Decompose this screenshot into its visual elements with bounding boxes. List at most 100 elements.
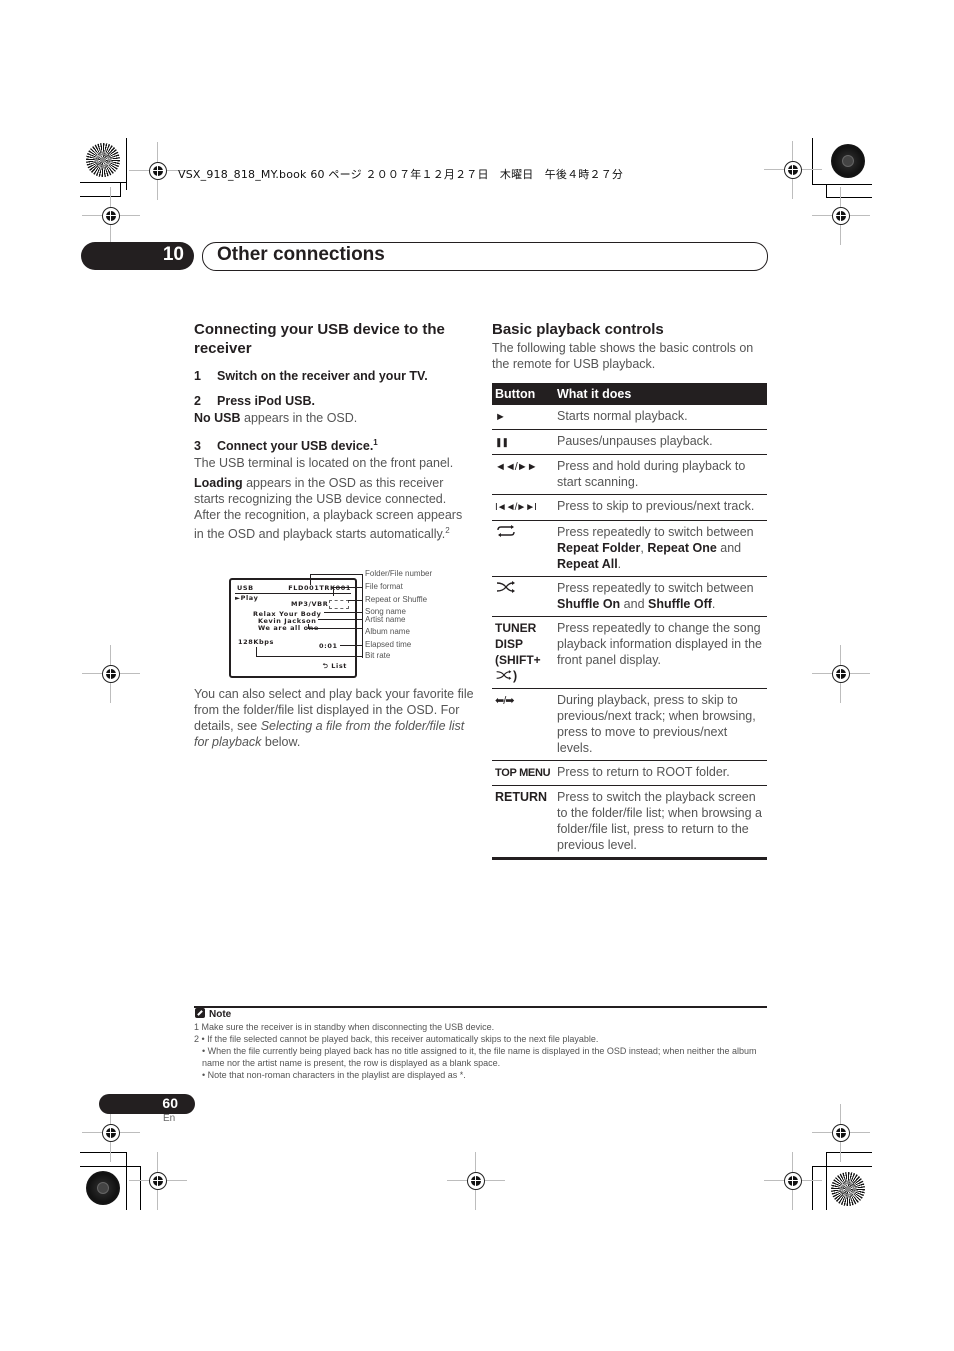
play-glyph: ► [495,411,506,423]
step-1: 1 Switch on the receiver and your TV. [194,369,428,383]
registration-star-top-right [831,144,865,178]
leader-line [362,574,363,658]
play-icon: ► [492,405,554,430]
step-text: Press iPod USB. [217,394,315,408]
top-menu-button-label: TOP MENU [492,760,554,786]
step-text: Connect your USB device. [217,439,374,454]
shuffle-icon-svg [496,581,515,593]
leader-line [318,619,363,620]
step-3-para-2: Loading appears in the OSD as this recei… [194,475,474,542]
row-description: Press and hold during playback to start … [554,454,767,495]
crop-line [80,1152,126,1153]
section-heading-playback: Basic playback controls [492,321,664,338]
leader-line [333,587,334,596]
shuffle-icon [496,670,512,680]
footnote-1: 1 Make sure the receiver is in standby w… [194,1022,495,1032]
mode-repeat-folder: Repeat Folder [557,541,641,555]
paragraph-text: below. [261,735,301,749]
osd-status: ►Play [235,594,259,602]
note-divider [194,1006,767,1008]
scan-rewind-forward-icon: ◄◄/►► [492,454,554,495]
osd-list: ⮌ List [322,662,347,670]
row-description: During playback, press to skip to previo… [554,688,767,761]
osd-message-no-usb: No USB [194,411,241,425]
step-2-result-text: appears in the OSD. [240,411,358,425]
button-text: TOP MENU [495,767,551,779]
desc-text: . [711,597,716,611]
note-title: Note [209,1009,232,1020]
mode-repeat-one: Repeat One [647,541,717,555]
mode-shuffle-on: Shuffle On [557,597,621,611]
crop-line [80,196,121,197]
crop-line [120,182,121,196]
pencil-note-icon [195,1008,205,1018]
table-row: ⬅/➡ During playback, press to skip to pr… [492,688,767,761]
leader-line [310,574,311,585]
footnote-ref[interactable]: 1 [373,438,377,447]
step-2-result: No USB appears in the OSD. [194,410,474,426]
osd-file-number: FLD001TRK001 [288,584,351,592]
desc-text: . [617,557,622,571]
pause-glyph: ❚❚ [495,437,509,447]
note-heading: Note [195,1008,231,1020]
table-row: ❚❚ Pauses/unpauses playback. [492,429,767,455]
row-description: Press repeatedly to switch between Shuff… [554,576,767,617]
footnote-ref[interactable]: 2 [445,526,449,535]
label-album-name: Album name [365,627,410,636]
table-intro: The following table shows the basic cont… [492,341,754,371]
button-text: RETURN [495,790,548,804]
shuffle-icon [492,576,554,617]
registration-crosshair [129,1152,187,1210]
row-description: Starts normal playback. [554,405,767,430]
registration-crosshair [812,1104,870,1162]
button-text: ) [513,669,518,683]
label-bit-rate: Bit rate [365,651,391,660]
skip-glyph: I◄◄/►►I [495,502,537,513]
registration-crosshair [764,1152,822,1210]
crop-line [826,184,827,198]
registration-star-top-left [86,143,120,177]
mode-shuffle-off: Shuffle Off [648,597,712,611]
osd-source: USB [237,584,254,592]
registration-star-bottom-left [86,1171,120,1205]
folder-list-paragraph: You can also select and play back your f… [194,686,474,750]
column-header-button: Button [492,383,554,405]
table-row: Press repeatedly to switch between Shuff… [492,576,767,617]
footnote-2c: • Note that non-roman characters in the … [202,1070,466,1080]
crop-line [140,1166,141,1210]
leader-line [256,656,363,657]
desc-text: Press repeatedly to switch between [557,525,754,539]
column-header-what-it-does: What it does [554,383,767,405]
arrow-glyph: ⬅/➡ [495,695,514,707]
step-number: 2 [194,394,201,408]
row-description: Press repeatedly to switch between Repea… [554,520,767,577]
playback-controls-table: Button What it does ► Starts normal play… [492,383,767,860]
return-button-label: RETURN [492,785,554,860]
footnote-2b: • When the file currently being played b… [202,1046,757,1068]
registration-crosshair [82,187,140,245]
page-number: 60 [162,1095,178,1111]
pause-icon: ❚❚ [492,429,554,455]
row-description: Press to switch the playback screen to t… [554,785,767,860]
crop-line [826,1152,872,1153]
leader-line [324,612,363,613]
crop-line [826,1152,827,1210]
registration-crosshair [129,142,187,200]
crop-line [126,1152,127,1210]
row-description: Press to return to ROOT folder. [554,760,767,786]
footnote-2a: 2 • If the file selected cannot be playe… [194,1034,599,1044]
registration-crosshair [82,1104,140,1162]
osd-bitrate: 128Kbps [238,638,274,646]
registration-crosshair [447,1152,505,1210]
repeat-icon [492,520,554,577]
row-description: Pauses/unpauses playback. [554,429,767,455]
label-repeat-shuffle: Repeat or Shuffle [365,595,428,604]
label-file-format: File format [365,582,403,591]
osd-message-loading: Loading [194,476,243,490]
step-number: 3 [194,439,201,454]
leader-line [348,600,363,601]
crop-line [80,1166,140,1167]
label-folder-file-number: Folder/File number [365,569,433,578]
step-number: 1 [194,369,201,383]
crop-line [812,1166,813,1210]
